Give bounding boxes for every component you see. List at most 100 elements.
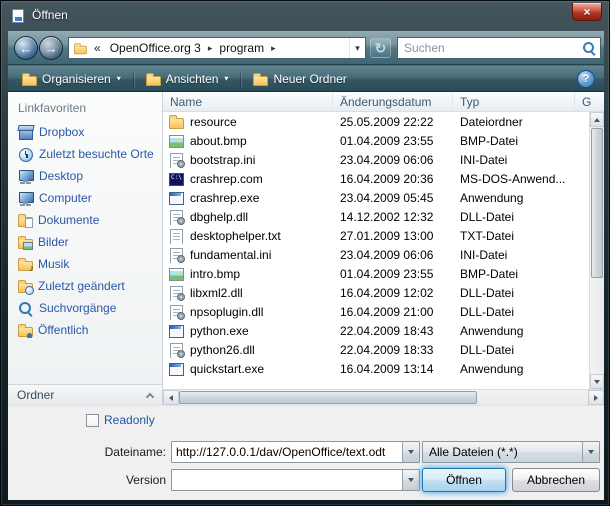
table-row[interactable]: libxml2.dll 16.04.2009 12:02 DLL-Datei	[163, 283, 589, 302]
titlebar[interactable]: Öffnen ×	[1, 1, 609, 31]
filename-label: Dateiname:	[64, 445, 166, 459]
table-row[interactable]: intro.bmp 01.04.2009 23:55 BMP-Datei	[163, 264, 589, 283]
cancel-button[interactable]: Abbrechen	[512, 468, 600, 492]
file-icon	[168, 228, 185, 244]
file-icon	[168, 152, 185, 168]
filename-input[interactable]	[172, 442, 402, 462]
breadcrumb-item-openoffice[interactable]: OpenOffice.org 3	[105, 38, 206, 58]
vertical-scroll-thumb[interactable]	[591, 128, 603, 278]
breadcrumb-dropdown-button[interactable]: ▾	[349, 38, 365, 58]
horizontal-scrollbar[interactable]	[163, 389, 604, 405]
organize-label: Organisieren	[42, 72, 111, 86]
triangle-right-icon	[594, 395, 598, 401]
breadcrumb-item-program[interactable]: program	[214, 38, 269, 58]
back-button[interactable]: ←	[14, 36, 38, 60]
file-icon	[168, 114, 185, 130]
breadcrumb-separator-icon[interactable]: ▸	[269, 38, 278, 58]
sidebar-item[interactable]: Zuletzt geändert	[8, 275, 162, 297]
table-row[interactable]: bootstrap.ini 23.04.2009 06:06 INI-Datei	[163, 150, 589, 169]
sidebar-item[interactable]: Bilder	[8, 231, 162, 253]
readonly-label[interactable]: Readonly	[104, 413, 155, 427]
folders-expander[interactable]: Ordner	[8, 384, 162, 405]
sidebar-item-icon	[18, 283, 33, 293]
file-date-cell: 16.04.2009 12:02	[333, 286, 453, 300]
sidebar-item[interactable]: Computer	[8, 187, 162, 209]
forward-button[interactable]: →	[39, 36, 63, 60]
sidebar-item[interactable]: Suchvorgänge	[8, 297, 162, 319]
breadcrumb-overflow-button[interactable]: «	[90, 38, 105, 58]
sidebar-item[interactable]: Desktop	[8, 165, 162, 187]
table-row[interactable]: resource 25.05.2009 22:22 Dateiordner	[163, 112, 589, 131]
sidebar-item[interactable]: Zuletzt besuchte Orte	[8, 143, 162, 165]
file-type-cell: Anwendung	[453, 362, 575, 376]
file-icon	[168, 285, 185, 301]
filetype-dropdown-button[interactable]	[582, 442, 599, 462]
search-input[interactable]	[398, 41, 581, 55]
column-header-size[interactable]: G	[575, 92, 604, 111]
file-name: npsoplugin.dll	[190, 305, 263, 319]
file-type-cell: DLL-Datei	[453, 210, 575, 224]
sidebar-item-icon	[18, 239, 33, 249]
vertical-scrollbar[interactable]	[589, 112, 604, 389]
sidebar-item[interactable]: Dokumente	[8, 209, 162, 231]
table-row[interactable]: npsoplugin.dll 16.04.2009 21:00 DLL-Date…	[163, 302, 589, 321]
sidebar-item-label: Desktop	[39, 169, 83, 183]
table-row[interactable]: about.bmp 01.04.2009 23:55 BMP-Datei	[163, 131, 589, 150]
table-row[interactable]: fundamental.ini 23.04.2009 06:06 INI-Dat…	[163, 245, 589, 264]
views-button[interactable]: Ansichten ▾	[137, 69, 238, 89]
triangle-down-icon	[588, 450, 594, 454]
sidebar-item[interactable]: Öffentlich	[8, 319, 162, 341]
scroll-down-button[interactable]	[590, 374, 604, 389]
sidebar-item-label: Suchvorgänge	[39, 301, 116, 315]
file-name-cell: npsoplugin.dll	[163, 304, 333, 320]
refresh-button[interactable]: ↻	[370, 38, 391, 58]
file-type-cell: BMP-Datei	[453, 134, 575, 148]
table-row[interactable]: desktophelper.txt 27.01.2009 13:00 TXT-D…	[163, 226, 589, 245]
version-combobox[interactable]	[171, 469, 420, 491]
scroll-left-button[interactable]	[163, 390, 179, 405]
file-type-cell: DLL-Datei	[453, 305, 575, 319]
file-date-cell: 01.04.2009 23:55	[333, 134, 453, 148]
horizontal-scroll-thumb[interactable]	[179, 391, 477, 404]
search-icon[interactable]	[581, 40, 597, 56]
table-row[interactable]: crashrep.com 16.04.2009 20:36 MS-DOS-Anw…	[163, 169, 589, 188]
filename-dropdown-button[interactable]	[402, 442, 419, 462]
sidebar-item-label: Öffentlich	[38, 323, 88, 337]
readonly-checkbox[interactable]	[86, 414, 99, 427]
sidebar-item-icon	[18, 191, 34, 206]
favorites-list: Dropbox Zuletzt besuchte Orte Desktop	[8, 121, 162, 341]
bottom-panel: Readonly Dateiname: Alle Dateien (*.*) V…	[8, 405, 604, 500]
table-row[interactable]: python.exe 22.04.2009 18:43 Anwendung	[163, 321, 589, 340]
filetype-combobox[interactable]: Alle Dateien (*.*)	[422, 441, 600, 463]
sidebar-item-icon	[18, 169, 34, 184]
file-type-cell: DLL-Datei	[453, 286, 575, 300]
breadcrumb-separator-icon[interactable]: ▸	[206, 38, 215, 58]
sidebar-item[interactable]: Musik	[8, 253, 162, 275]
version-dropdown-button[interactable]	[402, 470, 419, 490]
table-row[interactable]: dbghelp.dll 14.12.2002 12:32 DLL-Datei	[163, 207, 589, 226]
help-button[interactable]: ?	[577, 70, 595, 88]
table-row[interactable]: quickstart.exe 16.04.2009 13:14 Anwendun…	[163, 359, 589, 378]
sidebar: Linkfavoriten Dropbox Zuletzt besuchte O…	[8, 92, 163, 405]
scroll-right-button[interactable]	[588, 390, 604, 405]
file-name-cell: python.exe	[163, 323, 333, 339]
new-folder-button[interactable]: Neuer Ordner	[244, 69, 355, 89]
file-date-cell: 23.04.2009 05:45	[333, 191, 453, 205]
file-icon	[168, 209, 185, 225]
file-name-cell: desktophelper.txt	[163, 228, 333, 244]
close-button[interactable]: ×	[572, 3, 602, 21]
file-type-cell: Anwendung	[453, 324, 575, 338]
table-row[interactable]: python26.dll 22.04.2009 18:33 DLL-Datei	[163, 340, 589, 359]
views-label: Ansichten	[166, 72, 219, 86]
column-header-name[interactable]: Name	[163, 92, 333, 111]
file-name: dbghelp.dll	[190, 210, 248, 224]
column-header-type[interactable]: Typ	[453, 92, 575, 111]
sidebar-item[interactable]: Dropbox	[8, 121, 162, 143]
open-button[interactable]: Öffnen	[422, 468, 506, 492]
column-header-date[interactable]: Änderungsdatum	[333, 92, 453, 111]
scroll-up-button[interactable]	[590, 112, 604, 127]
file-icon	[168, 171, 185, 187]
table-row[interactable]: crashrep.exe 23.04.2009 05:45 Anwendung	[163, 188, 589, 207]
organize-button[interactable]: Organisieren ▾	[13, 69, 130, 89]
file-date-cell: 16.04.2009 21:00	[333, 305, 453, 319]
